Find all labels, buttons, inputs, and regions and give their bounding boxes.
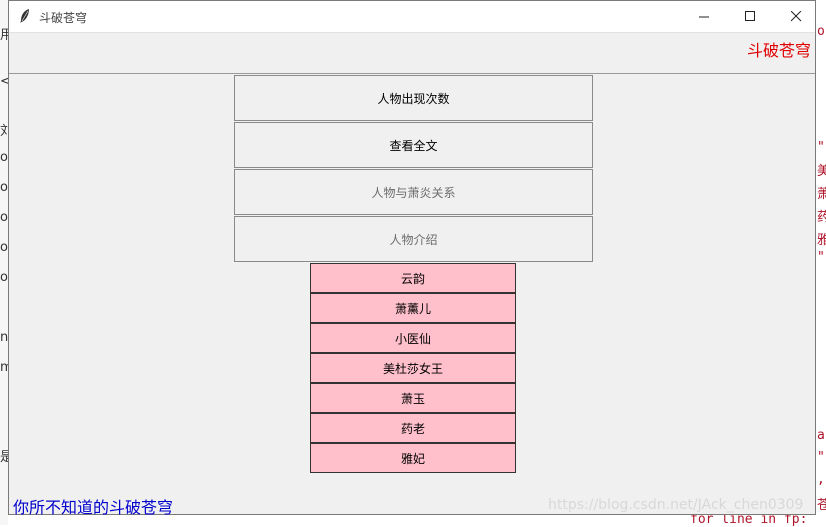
header-title: 斗破苍穹 <box>746 41 811 60</box>
bg-right-fragment: a <box>817 428 825 443</box>
minimize-button[interactable] <box>681 1 727 32</box>
character-button-yafei[interactable]: 雅妃 <box>310 443 516 473</box>
app-window: 斗破苍穹 斗破苍穹 人物出现次数 查看全文 人物与萧炎关系 人物介绍 云韵 萧薰… <box>8 0 816 517</box>
character-intro-button[interactable]: 人物介绍 <box>234 216 593 262</box>
close-icon <box>790 11 801 22</box>
footer-label: 你所不知道的斗破苍穹 <box>13 498 174 517</box>
character-button-xiaoyu[interactable]: 萧玉 <box>310 383 516 413</box>
view-full-text-button[interactable]: 查看全文 <box>234 122 593 168</box>
background-editor-left: 用 < 刘 or or or or or ne m 是 <box>0 0 16 525</box>
bg-right-fragment: , <box>817 472 825 487</box>
bg-right-fragment: 雅 <box>817 233 826 248</box>
character-button-yaolao[interactable]: 药老 <box>310 413 516 443</box>
header-frame: 斗破苍穹 <box>9 33 815 74</box>
character-button-xiaoyixian[interactable]: 小医仙 <box>310 323 516 353</box>
bg-right-fragment: 美 <box>817 164 826 179</box>
bg-right-fragment: 药 <box>817 210 826 225</box>
background-editor-right: o. " 美 萧 药 雅 " a " , 苍 <box>816 0 826 525</box>
character-button-medusa[interactable]: 美杜莎女王 <box>310 353 516 383</box>
feather-icon <box>20 9 29 23</box>
character-button-yunyun[interactable]: 云韵 <box>310 263 516 293</box>
maximize-button[interactable] <box>727 1 773 32</box>
bg-right-fragment: 萧 <box>817 187 826 202</box>
bg-right-fragment: 苍 <box>817 498 826 513</box>
close-button[interactable] <box>773 1 819 32</box>
character-button-xunier[interactable]: 萧薰儿 <box>310 293 516 323</box>
title-bar[interactable]: 斗破苍穹 <box>9 1 815 33</box>
minimize-icon <box>698 16 709 18</box>
relationship-button[interactable]: 人物与萧炎关系 <box>234 169 593 215</box>
window-title: 斗破苍穹 <box>39 11 88 25</box>
csdn-watermark: https://blog.csdn.net/JAck_chen0309 <box>548 497 804 513</box>
bg-right-fragment: " <box>817 250 825 265</box>
bg-right-fragment: " <box>817 140 825 155</box>
character-frequency-button[interactable]: 人物出现次数 <box>234 75 593 121</box>
bg-right-fragment: " <box>817 450 825 465</box>
maximize-icon <box>744 11 755 21</box>
